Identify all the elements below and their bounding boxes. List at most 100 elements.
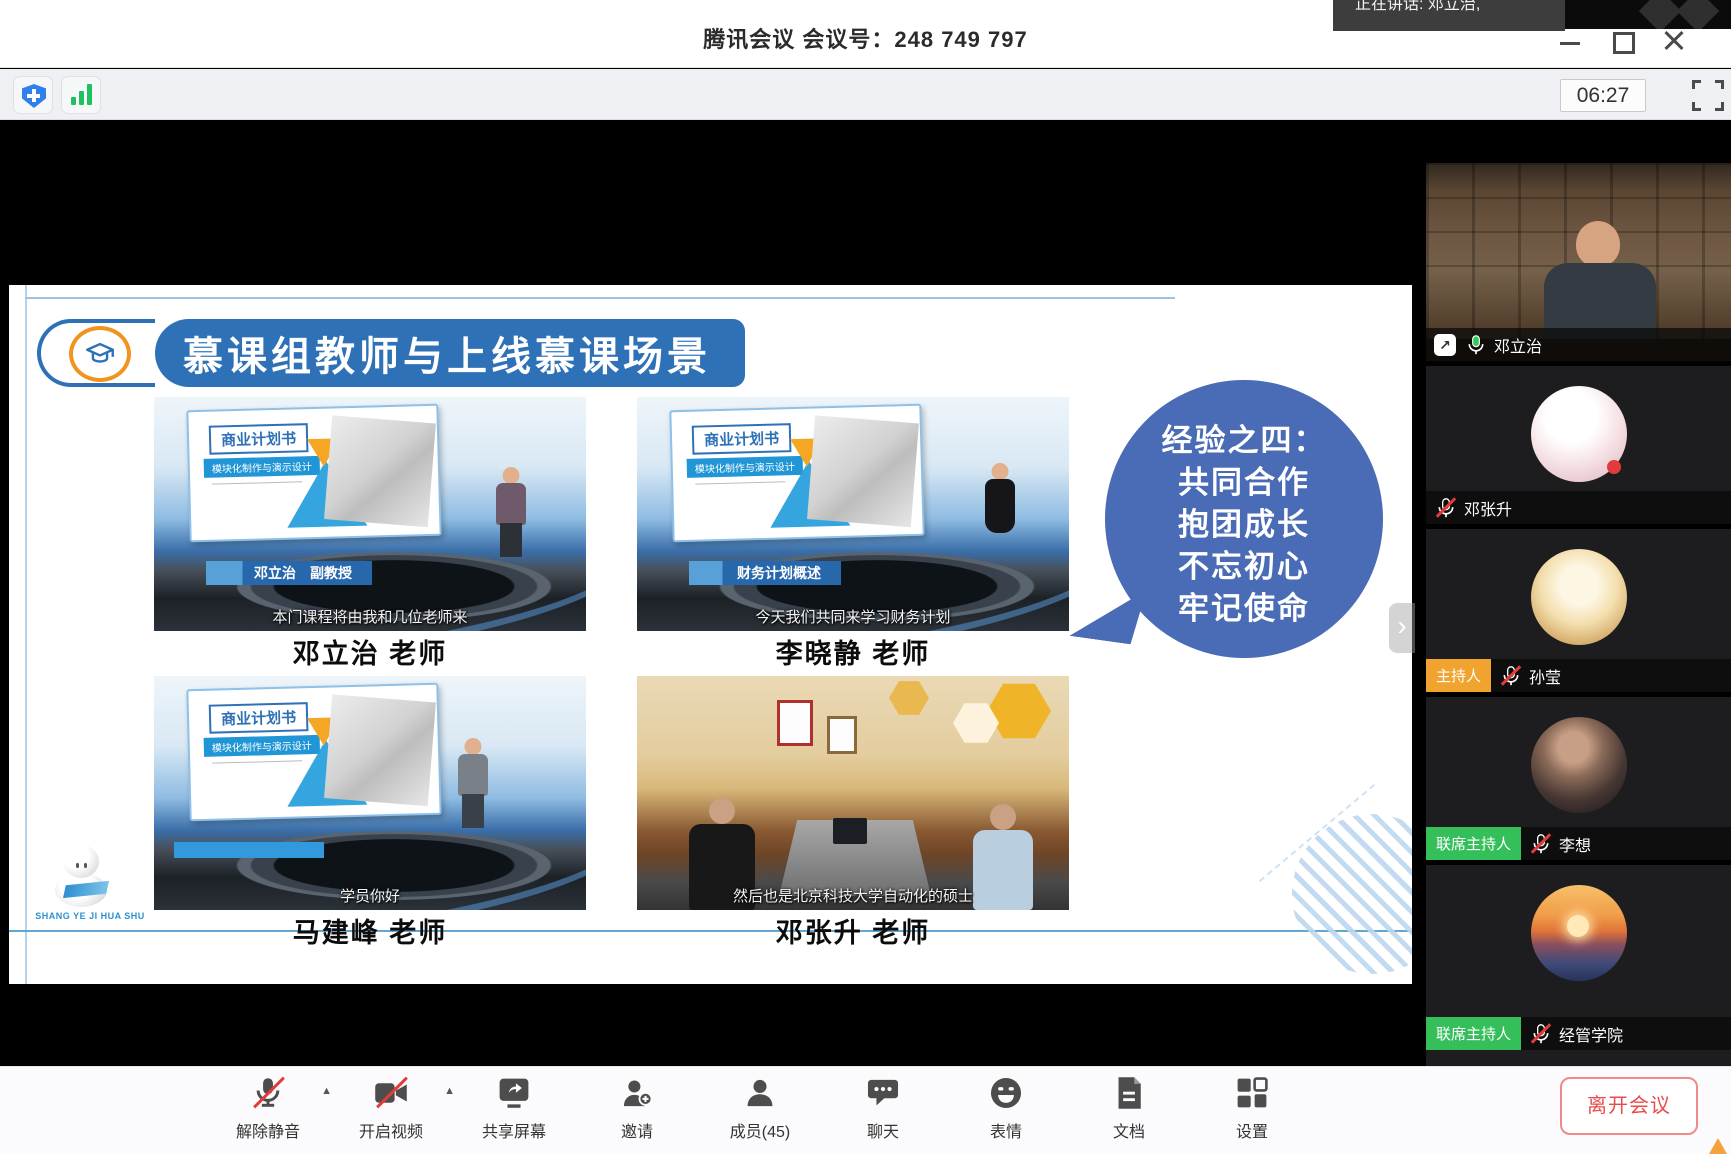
document-icon	[1111, 1075, 1147, 1111]
hexagon-logo	[889, 680, 929, 716]
speaking-tooltip-text: 正在讲话: 邓立治,	[1333, 0, 1565, 17]
settings-button[interactable]: 设置	[1196, 1071, 1308, 1142]
docs-button[interactable]: 文档	[1073, 1071, 1185, 1142]
participant-tile-video[interactable]: ↗ 邓立治	[1426, 163, 1731, 361]
meeting-security-button[interactable]	[13, 76, 53, 114]
progress-strip	[174, 842, 324, 858]
video-thumbnail-1: 商业计划书 模块化制作与演示设计 邓立治 副教授 本门课程将由我和几位老师来	[154, 397, 586, 631]
share-screen-icon	[496, 1075, 532, 1111]
members-icon	[742, 1075, 778, 1111]
mic-options-caret[interactable]: ▲	[321, 1085, 332, 1097]
mascot-caption: SHANG YE JI HUA SHU	[35, 911, 145, 921]
host-badge: 主持人	[1426, 659, 1491, 692]
maximize-button[interactable]	[1609, 28, 1635, 54]
presenter-figure	[983, 463, 1017, 563]
studio-scene: 商业计划书 模块化制作与演示设计 邓立治 副教授 本门课程将由我和几位老师来	[154, 397, 586, 631]
video-thumbnail-4: 然后也是北京科技大学自动化的硕士	[637, 676, 1069, 910]
video-subtitle: 然后也是北京科技大学自动化的硕士	[637, 885, 1069, 906]
video-subtitle: 本门课程将由我和几位老师来	[154, 606, 586, 627]
wall-frame	[777, 700, 813, 746]
wall-frame	[827, 716, 857, 754]
emoji-icon	[988, 1075, 1024, 1111]
participant-tile[interactable]: 主持人 孙莹	[1426, 529, 1731, 692]
video-thumbnail-3: 商业计划书 模块化制作与演示设计 学员你好	[154, 676, 586, 910]
slide-left-rule	[25, 285, 27, 984]
studio-scene: 商业计划书 模块化制作与演示设计 学员你好	[154, 676, 586, 910]
participant-name: 经管学院	[1559, 1022, 1623, 1046]
fullscreen-button[interactable]	[1692, 80, 1724, 111]
screen-sharing-icon: ↗	[1434, 334, 1456, 356]
members-button[interactable]: 成员(45)	[704, 1071, 816, 1142]
speaking-tooltip: 正在讲话: 邓立治,	[1333, 0, 1565, 31]
unmute-button[interactable]: ▲ 解除静音	[212, 1071, 324, 1142]
network-quality-button[interactable]	[61, 76, 101, 114]
participant-namebar: 邓张升	[1426, 491, 1731, 524]
participant-tile[interactable]: 联席主持人 经管学院	[1426, 865, 1731, 1066]
emoji-button[interactable]: 表情	[950, 1071, 1062, 1142]
close-button[interactable]	[1661, 28, 1687, 54]
camera-off-icon	[373, 1075, 409, 1111]
video-subtitle: 学员你好	[154, 885, 586, 906]
mic-off-icon	[250, 1075, 286, 1111]
bottom-toolbar: ▲ 解除静音 ▲ 开启视频	[0, 1066, 1731, 1154]
meeting-timer: 06:27	[1560, 79, 1646, 112]
participants-sidebar: ↗ 邓立治	[1426, 120, 1731, 1066]
shared-screen: 慕课组教师与上线慕课场景 商业计划书 模块化制作与演示设计	[0, 120, 1426, 1066]
mini-slide: 商业计划书 模块化制作与演示设计	[669, 404, 924, 543]
mic-muted-icon	[1501, 665, 1521, 687]
mic-muted-icon	[1531, 833, 1551, 855]
status-toolbar: 06:27	[0, 69, 1731, 120]
mini-slide: 商业计划书 模块化制作与演示设计	[186, 683, 441, 822]
slide-heading: 慕课组教师与上线慕课场景	[37, 319, 745, 387]
share-screen-button[interactable]: 共享屏幕	[458, 1071, 570, 1142]
video-thumbnail-2: 商业计划书 模块化制作与演示设计 财务计划概述 今天我们共同来学习财务计划	[637, 397, 1069, 631]
participant-face	[1576, 221, 1620, 267]
invite-icon	[619, 1075, 655, 1111]
chat-button[interactable]: 聊天	[827, 1071, 939, 1142]
participant-name: 邓张升	[1464, 496, 1512, 520]
avatar	[1531, 386, 1627, 482]
minimize-button[interactable]	[1557, 28, 1583, 54]
speech-bubble-text: 经验之四： 共同合作 抱团成长 不忘初心 牢记使命	[1105, 420, 1383, 630]
presenter-figure	[456, 738, 490, 838]
mic-on-icon	[1466, 334, 1486, 356]
presenter-figure	[494, 467, 528, 563]
teacher-caption: 邓张升 老师	[637, 911, 1069, 950]
start-video-button[interactable]: ▲ 开启视频	[335, 1071, 447, 1142]
participant-tile[interactable]: 联席主持人 李想	[1426, 697, 1731, 860]
participant-tile[interactable]: 邓张升	[1426, 366, 1731, 524]
participant-namebar: 联席主持人 经管学院	[1426, 1017, 1731, 1050]
signal-bars-icon	[71, 83, 95, 105]
participant-name: 李想	[1559, 832, 1591, 856]
avatar	[1531, 717, 1627, 813]
graduation-cap-icon	[69, 326, 131, 382]
participant-namebar: ↗ 邓立治	[1426, 328, 1731, 361]
leave-meeting-button[interactable]: 离开会议	[1560, 1077, 1698, 1135]
sidebar-collapse-button[interactable]: ›	[1389, 603, 1415, 653]
teacher-caption: 邓立治 老师	[154, 632, 586, 671]
shield-icon	[22, 84, 46, 108]
chat-icon	[865, 1075, 901, 1111]
studio-scene: 商业计划书 模块化制作与演示设计 财务计划概述 今天我们共同来学习财务计划	[637, 397, 1069, 631]
tencent-meeting-window: 腾讯会议 会议号：248 749 797 正在讲话: 邓立治, 06:27	[0, 0, 1731, 1154]
invite-button[interactable]: 邀请	[581, 1071, 693, 1142]
cohost-badge: 联席主持人	[1426, 827, 1521, 860]
teacher-caption: 马建峰 老师	[154, 911, 586, 950]
pen-cursor-decoration	[1709, 1138, 1727, 1154]
heading-text: 慕课组教师与上线慕课场景	[155, 324, 711, 382]
slide-top-rule	[25, 297, 1175, 299]
mini-slide-title: 商业计划书	[692, 423, 792, 455]
mini-slide-title: 商业计划书	[209, 423, 309, 455]
laptop	[833, 818, 867, 844]
main-region: 慕课组教师与上线慕课场景 商业计划书 模块化制作与演示设计	[0, 120, 1731, 1066]
heading-icon-plate	[37, 319, 155, 387]
mic-muted-icon	[1531, 1023, 1551, 1045]
video-subtitle: 今天我们共同来学习财务计划	[637, 606, 1069, 627]
video-options-caret[interactable]: ▲	[444, 1085, 455, 1097]
mascot-figure: SHANG YE JI HUA SHU	[35, 845, 145, 931]
mini-slide-title: 商业计划书	[209, 702, 309, 734]
diamond-shape	[1639, 0, 1681, 29]
participant-name: 邓立治	[1494, 333, 1542, 357]
hexagon-logo	[987, 682, 1051, 740]
participant-namebar: 联席主持人 李想	[1426, 827, 1731, 860]
